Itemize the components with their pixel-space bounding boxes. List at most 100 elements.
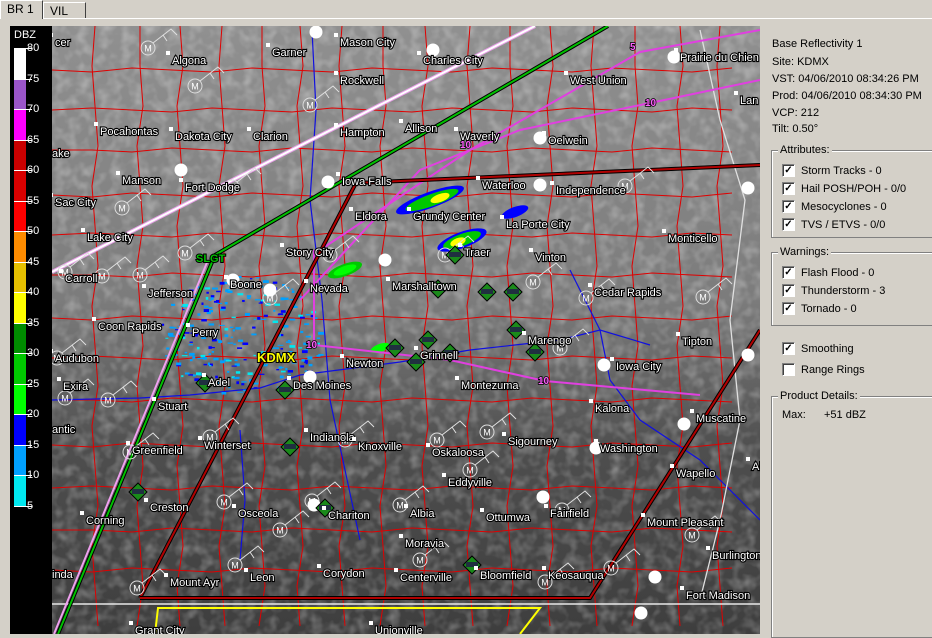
- legend-swatch: [14, 139, 26, 170]
- max-label: Max:: [782, 409, 806, 421]
- sky-cover-icon: [634, 606, 648, 620]
- svg-text:M: M: [133, 584, 141, 594]
- checkbox-label: Range Rings: [801, 363, 865, 376]
- legend-tick: [14, 48, 32, 49]
- city-label: Greenfield: [132, 445, 183, 457]
- city-label: Muscatine: [696, 413, 746, 425]
- svg-text:M: M: [181, 249, 189, 259]
- checkbox-label: Tornado - 0: [801, 302, 857, 315]
- city-label: Jefferson: [148, 288, 193, 300]
- legend-tick: [14, 109, 32, 110]
- svg-text:M: M: [699, 293, 707, 303]
- legend-swatch: [14, 322, 26, 353]
- legend-tick: [14, 139, 32, 141]
- city-label: Coon Rapids: [98, 321, 162, 333]
- city-label: Tipton: [682, 336, 712, 348]
- range-rings-checkbox[interactable]: Range Rings: [782, 363, 865, 376]
- city-label: Mount Ayr: [170, 577, 220, 589]
- city-label: Eddyville: [448, 477, 492, 489]
- radar-site-label[interactable]: KDMX: [256, 349, 297, 366]
- tab-vil[interactable]: VIL: [43, 2, 86, 18]
- smoothing-checkbox[interactable]: ✓ Smoothing: [782, 342, 854, 355]
- checkbox[interactable]: ✓: [782, 218, 795, 231]
- product-details-title: Product Details:: [778, 390, 860, 402]
- svg-text:M: M: [104, 396, 112, 406]
- legend-swatch: [14, 444, 26, 475]
- checkbox[interactable]: ✓: [782, 342, 795, 355]
- city-label: Washington: [600, 443, 658, 455]
- city-label: Fort Madison: [686, 590, 750, 602]
- warning-checkbox[interactable]: ✓ Flash Flood - 0: [782, 266, 874, 279]
- city-label: Hampton: [340, 127, 385, 139]
- sky-cover-icon: [533, 178, 547, 192]
- legend-swatch: [14, 383, 26, 414]
- city-label: Carroll: [65, 273, 97, 285]
- tab-br1[interactable]: BR 1: [0, 0, 43, 19]
- vst-info: VST: 04/06/2010 08:34:26 PM: [772, 73, 919, 85]
- legend-swatch: [14, 200, 26, 231]
- city-label: Boone: [230, 279, 262, 291]
- city-label: Moravia: [405, 538, 445, 550]
- city-label: Keosauqua: [548, 570, 605, 582]
- svg-text:M: M: [607, 564, 615, 574]
- sky-cover-icon: [741, 348, 755, 362]
- checkbox[interactable]: ✓: [782, 164, 795, 177]
- city-label: Knoxville: [358, 441, 402, 453]
- checkbox[interactable]: [782, 363, 795, 376]
- warnings-title: Warnings:: [778, 246, 832, 258]
- map-canvas[interactable]: MMMMMMMMMMMMMMMMMMMMMMMMMMMMMMMMMMMMM ce…: [52, 26, 760, 634]
- product-info-panel: Base Reflectivity 1 Site: KDMX VST: 04/0…: [762, 26, 932, 638]
- legend-swatch: [14, 48, 26, 79]
- city-label: Dakota City: [175, 131, 232, 143]
- city-label: Grant City: [135, 625, 185, 634]
- city-label: Lake City: [87, 232, 133, 244]
- city-label: inda: [52, 569, 74, 581]
- checkbox[interactable]: ✓: [782, 302, 795, 315]
- legend-tick: [14, 475, 32, 476]
- city-label: Vinton: [535, 252, 566, 264]
- city-label: Chariton: [328, 510, 370, 522]
- city-label: Winterset: [204, 440, 250, 452]
- city-label: Burlington: [712, 550, 760, 562]
- contour-label: 10: [306, 340, 318, 351]
- city-label: Osceola: [238, 508, 279, 520]
- legend-title: DBZ: [14, 29, 36, 41]
- site-info: Site: KDMX: [772, 56, 829, 68]
- city-label: Grinnell: [420, 350, 458, 362]
- warning-checkbox[interactable]: ✓ Thunderstorm - 3: [782, 284, 885, 297]
- checkbox-label: Smoothing: [801, 342, 854, 355]
- checkbox[interactable]: ✓: [782, 182, 795, 195]
- city-label: Ale: [752, 461, 760, 473]
- tab-divider: [0, 18, 932, 19]
- legend-swatch: [14, 231, 26, 262]
- attributes-title: Attributes:: [778, 144, 832, 156]
- dbz-color-legend: DBZ 8075706560555045403530252015105: [10, 26, 52, 634]
- city-label: Allison: [405, 123, 437, 135]
- legend-swatch: [14, 353, 26, 384]
- attribute-checkbox[interactable]: ✓ TVS / ETVS - 0/0: [782, 218, 885, 231]
- city-label: antic: [52, 424, 76, 436]
- attribute-checkbox[interactable]: ✓ Mesocyclones - 0: [782, 200, 887, 213]
- checkbox[interactable]: ✓: [782, 266, 795, 279]
- city-label: Corning: [86, 515, 125, 527]
- warning-checkbox[interactable]: ✓ Tornado - 0: [782, 302, 857, 315]
- sky-cover-icon: [741, 181, 755, 195]
- checkbox[interactable]: ✓: [782, 200, 795, 213]
- checkbox[interactable]: ✓: [782, 284, 795, 297]
- attribute-checkbox[interactable]: ✓ Storm Tracks - 0: [782, 164, 882, 177]
- attribute-checkbox[interactable]: ✓ Hail POSH/POH - 0/0: [782, 182, 906, 195]
- legend-tick: [14, 444, 32, 446]
- sky-cover-icon: [597, 358, 611, 372]
- city-label: Wapello: [676, 468, 715, 480]
- city-label: Cedar Rapids: [594, 287, 662, 299]
- product-tabs: BR 1 VIL: [0, 0, 932, 19]
- outlook-label: SLGT: [196, 253, 226, 265]
- legend-tick: [14, 200, 32, 202]
- svg-text:M: M: [191, 82, 199, 92]
- radar-map[interactable]: MMMMMMMMMMMMMMMMMMMMMMMMMMMMMMMMMMMMM ce…: [52, 26, 760, 634]
- prod-info: Prod: 04/06/2010 08:34:30 PM: [772, 90, 922, 102]
- max-value: +51 dBZ: [824, 409, 866, 421]
- svg-text:M: M: [220, 498, 228, 508]
- city-label: West Union: [570, 75, 627, 87]
- city-label: cer: [55, 37, 71, 49]
